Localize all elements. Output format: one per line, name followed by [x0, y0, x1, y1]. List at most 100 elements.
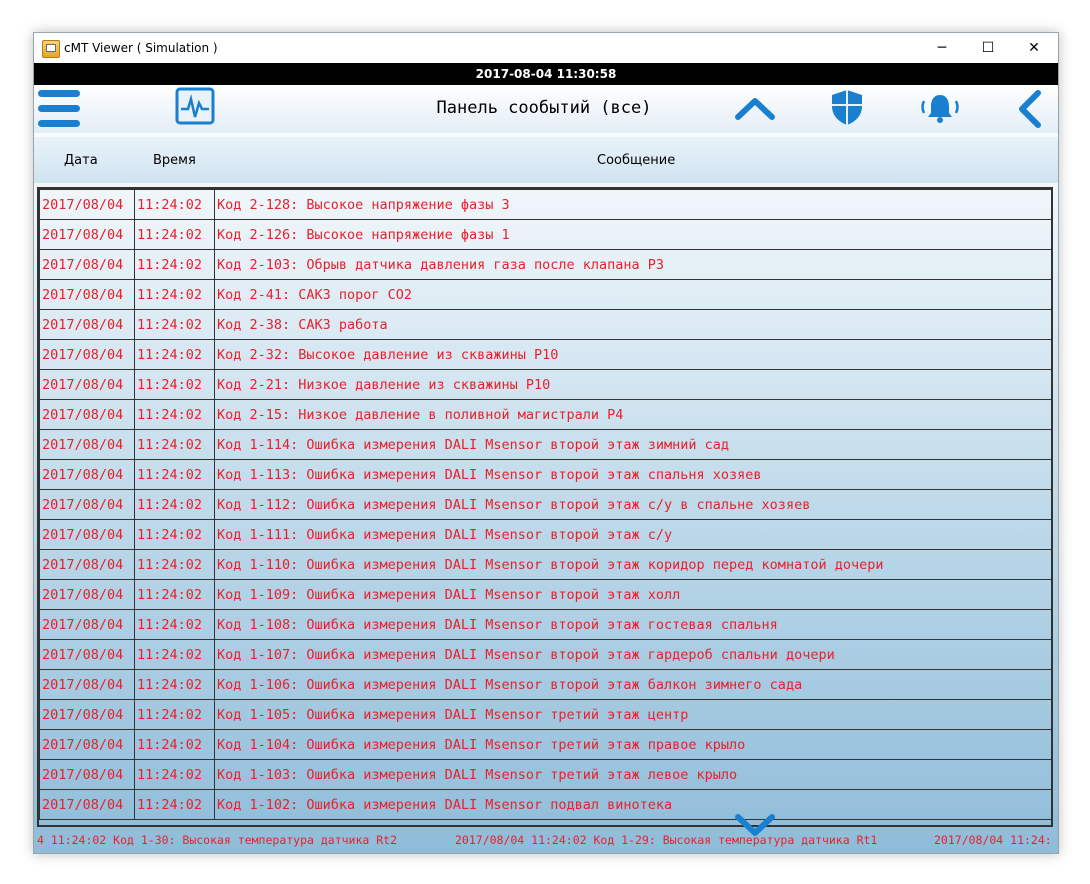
- event-message: Код 2-41: САКЗ порог СО2: [214, 279, 1051, 310]
- shield-icon[interactable]: [830, 88, 864, 126]
- event-time: 11:24:02: [134, 219, 215, 250]
- hmi-toolbar: Панель сообытий (все): [34, 85, 1058, 133]
- event-message: Код 2-32: Высокое давление из скважины Р…: [214, 339, 1051, 370]
- event-time: 11:24:02: [134, 549, 215, 580]
- table-row[interactable]: 2017/08/04 11:24:02 Код 1-109: Ошибка изме…: [39, 579, 1051, 610]
- datetime-bar: 2017-08-04 11:30:58: [34, 63, 1058, 85]
- event-time: 11:24:02: [134, 759, 215, 790]
- maximize-button[interactable]: ☐: [965, 33, 1011, 63]
- event-time: 11:24:02: [134, 459, 215, 490]
- event-date: 2017/08/04: [39, 489, 135, 520]
- event-date: 2017/08/04: [39, 189, 135, 220]
- ticker-item: 2017/08/04 11:24:02 Код 1-29: Высокая те…: [455, 833, 878, 847]
- event-message: Код 2-103: Обрыв датчика давления газа п…: [214, 249, 1051, 280]
- event-time: 11:24:02: [134, 579, 215, 610]
- column-header-date: Дата: [64, 153, 98, 168]
- scroll-up-icon[interactable]: [734, 93, 776, 123]
- event-date: 2017/08/04: [39, 429, 135, 460]
- event-date: 2017/08/04: [39, 759, 135, 790]
- event-date: 2017/08/04: [39, 519, 135, 550]
- table-row[interactable]: 2017/08/04 11:24:02 Код 1-114: Ошибка изме…: [39, 429, 1051, 460]
- event-time: 11:24:02: [134, 279, 215, 310]
- table-row[interactable]: 2017/08/04 11:24:02 Код 2-128: Высокое нап…: [39, 189, 1051, 220]
- table-row[interactable]: 2017/08/04 11:24:02 Код 2-32: Высокое давл…: [39, 339, 1051, 370]
- event-time: 11:24:02: [134, 339, 215, 370]
- alarm-bell-icon[interactable]: [918, 91, 962, 125]
- event-message: Код 2-38: САКЗ работа: [214, 309, 1051, 340]
- column-header-message: Сообщение: [597, 153, 676, 168]
- event-message: Код 1-102: Ошибка измерения DALI Msensor…: [214, 789, 1051, 820]
- event-date: 2017/08/04: [39, 549, 135, 580]
- event-time: 11:24:02: [134, 369, 215, 400]
- event-date: 2017/08/04: [39, 699, 135, 730]
- event-message: Код 1-107: Ошибка измерения DALI Msensor…: [214, 639, 1051, 670]
- event-date: 2017/08/04: [39, 369, 135, 400]
- event-table: 2017/08/04 11:24:02 Код 2-128: Высокое нап…: [37, 187, 1053, 827]
- table-row[interactable]: 2017/08/04 11:24:02 Код 1-108: Ошибка изме…: [39, 609, 1051, 640]
- ticker-item: 4 11:24:02 Код 1-30: Высокая температура…: [37, 833, 398, 847]
- event-time: 11:24:02: [134, 609, 215, 640]
- table-row[interactable]: 2017/08/04 11:24:02 Код 2-15: Низкое давле…: [39, 399, 1051, 430]
- event-date: 2017/08/04: [39, 639, 135, 670]
- event-date: 2017/08/04: [39, 729, 135, 760]
- table-row[interactable]: 2017/08/04 11:24:02 Код 1-111: Ошибка изме…: [39, 519, 1051, 550]
- table-row[interactable]: 2017/08/04 11:24:02 Код 2-21: Низкое давле…: [39, 369, 1051, 400]
- event-message: Код 1-111: Ошибка измерения DALI Msensor…: [214, 519, 1051, 550]
- close-icon: ✕: [1028, 40, 1040, 56]
- table-row[interactable]: 2017/08/04 11:24:02 Код 1-105: Ошибка изме…: [39, 699, 1051, 730]
- current-datetime: 2017-08-04 11:30:58: [475, 67, 617, 81]
- event-date: 2017/08/04: [39, 399, 135, 430]
- event-message: Код 1-106: Ошибка измерения DALI Msensor…: [214, 669, 1051, 700]
- event-ticker: 4 11:24:02 Код 1-30: Высокая температура…: [34, 829, 1058, 851]
- event-message: Код 1-112: Ошибка измерения DALI Msensor…: [214, 489, 1051, 520]
- event-message: Код 1-110: Ошибка измерения DALI Msensor…: [214, 549, 1051, 580]
- event-message: Код 1-105: Ошибка измерения DALI Msensor…: [214, 699, 1051, 730]
- table-row[interactable]: 2017/08/04 11:24:02 Код 1-103: Ошибка изме…: [39, 759, 1051, 790]
- minimize-button[interactable]: ─: [919, 33, 965, 63]
- event-message: Код 1-113: Ошибка измерения DALI Msensor…: [214, 459, 1051, 490]
- menu-icon[interactable]: [38, 90, 80, 130]
- table-row[interactable]: 2017/08/04 11:24:02 Код 2-103: Обрыв датчи…: [39, 249, 1051, 280]
- event-date: 2017/08/04: [39, 309, 135, 340]
- trend-monitor-icon[interactable]: [175, 87, 215, 127]
- event-message: Код 2-128: Высокое напряжение фазы 3: [214, 189, 1051, 220]
- event-time: 11:24:02: [134, 669, 215, 700]
- table-row[interactable]: 2017/08/04 11:24:02 Код 2-126: Высокое нап…: [39, 219, 1051, 250]
- event-message: Код 2-21: Низкое давление из скважины Р1…: [214, 369, 1051, 400]
- event-time: 11:24:02: [134, 189, 215, 220]
- back-icon[interactable]: [1014, 89, 1044, 129]
- table-row[interactable]: 2017/08/04 11:24:02 Код 1-112: Ошибка изме…: [39, 489, 1051, 520]
- hmi-screen: Панель сообытий (все) Дата Время Сообщен…: [34, 85, 1058, 853]
- event-date: 2017/08/04: [39, 609, 135, 640]
- event-time: 11:24:02: [134, 399, 215, 430]
- event-date: 2017/08/04: [39, 789, 135, 820]
- event-time: 11:24:02: [134, 699, 215, 730]
- window-title: cMT Viewer ( Simulation ): [64, 41, 218, 55]
- event-date: 2017/08/04: [39, 459, 135, 490]
- table-row[interactable]: 2017/08/04 11:24:02 Код 1-113: Ошибка изме…: [39, 459, 1051, 490]
- event-message: Код 1-109: Ошибка измерения DALI Msensor…: [214, 579, 1051, 610]
- table-row[interactable]: 2017/08/04 11:24:02 Код 1-102: Ошибка изме…: [39, 789, 1051, 820]
- event-time: 11:24:02: [134, 309, 215, 340]
- table-row[interactable]: 2017/08/04 11:24:02 Код 1-110: Ошибка изме…: [39, 549, 1051, 580]
- event-message: Код 2-126: Высокое напряжение фазы 1: [214, 219, 1051, 250]
- app-icon: [42, 40, 60, 58]
- window-titlebar: cMT Viewer ( Simulation ) ─ ☐ ✕: [34, 33, 1058, 63]
- event-time: 11:24:02: [134, 249, 215, 280]
- event-time: 11:24:02: [134, 429, 215, 460]
- table-column-headers: Дата Время Сообщение: [34, 137, 1058, 183]
- table-row[interactable]: 2017/08/04 11:24:02 Код 1-106: Ошибка изме…: [39, 669, 1051, 700]
- event-date: 2017/08/04: [39, 219, 135, 250]
- event-message: Код 1-108: Ошибка измерения DALI Msensor…: [214, 609, 1051, 640]
- table-row[interactable]: 2017/08/04 11:24:02 Код 1-104: Ошибка изме…: [39, 729, 1051, 760]
- event-date: 2017/08/04: [39, 669, 135, 700]
- event-time: 11:24:02: [134, 789, 215, 820]
- event-date: 2017/08/04: [39, 249, 135, 280]
- event-date: 2017/08/04: [39, 339, 135, 370]
- table-row[interactable]: 2017/08/04 11:24:02 Код 1-107: Ошибка изме…: [39, 639, 1051, 670]
- close-button[interactable]: ✕: [1011, 33, 1057, 63]
- column-header-time: Время: [153, 153, 196, 168]
- table-row[interactable]: 2017/08/04 11:24:02 Код 2-38: САКЗ работа: [39, 309, 1051, 340]
- table-row[interactable]: 2017/08/04 11:24:02 Код 2-41: САКЗ порог С…: [39, 279, 1051, 310]
- maximize-icon: ☐: [981, 40, 995, 56]
